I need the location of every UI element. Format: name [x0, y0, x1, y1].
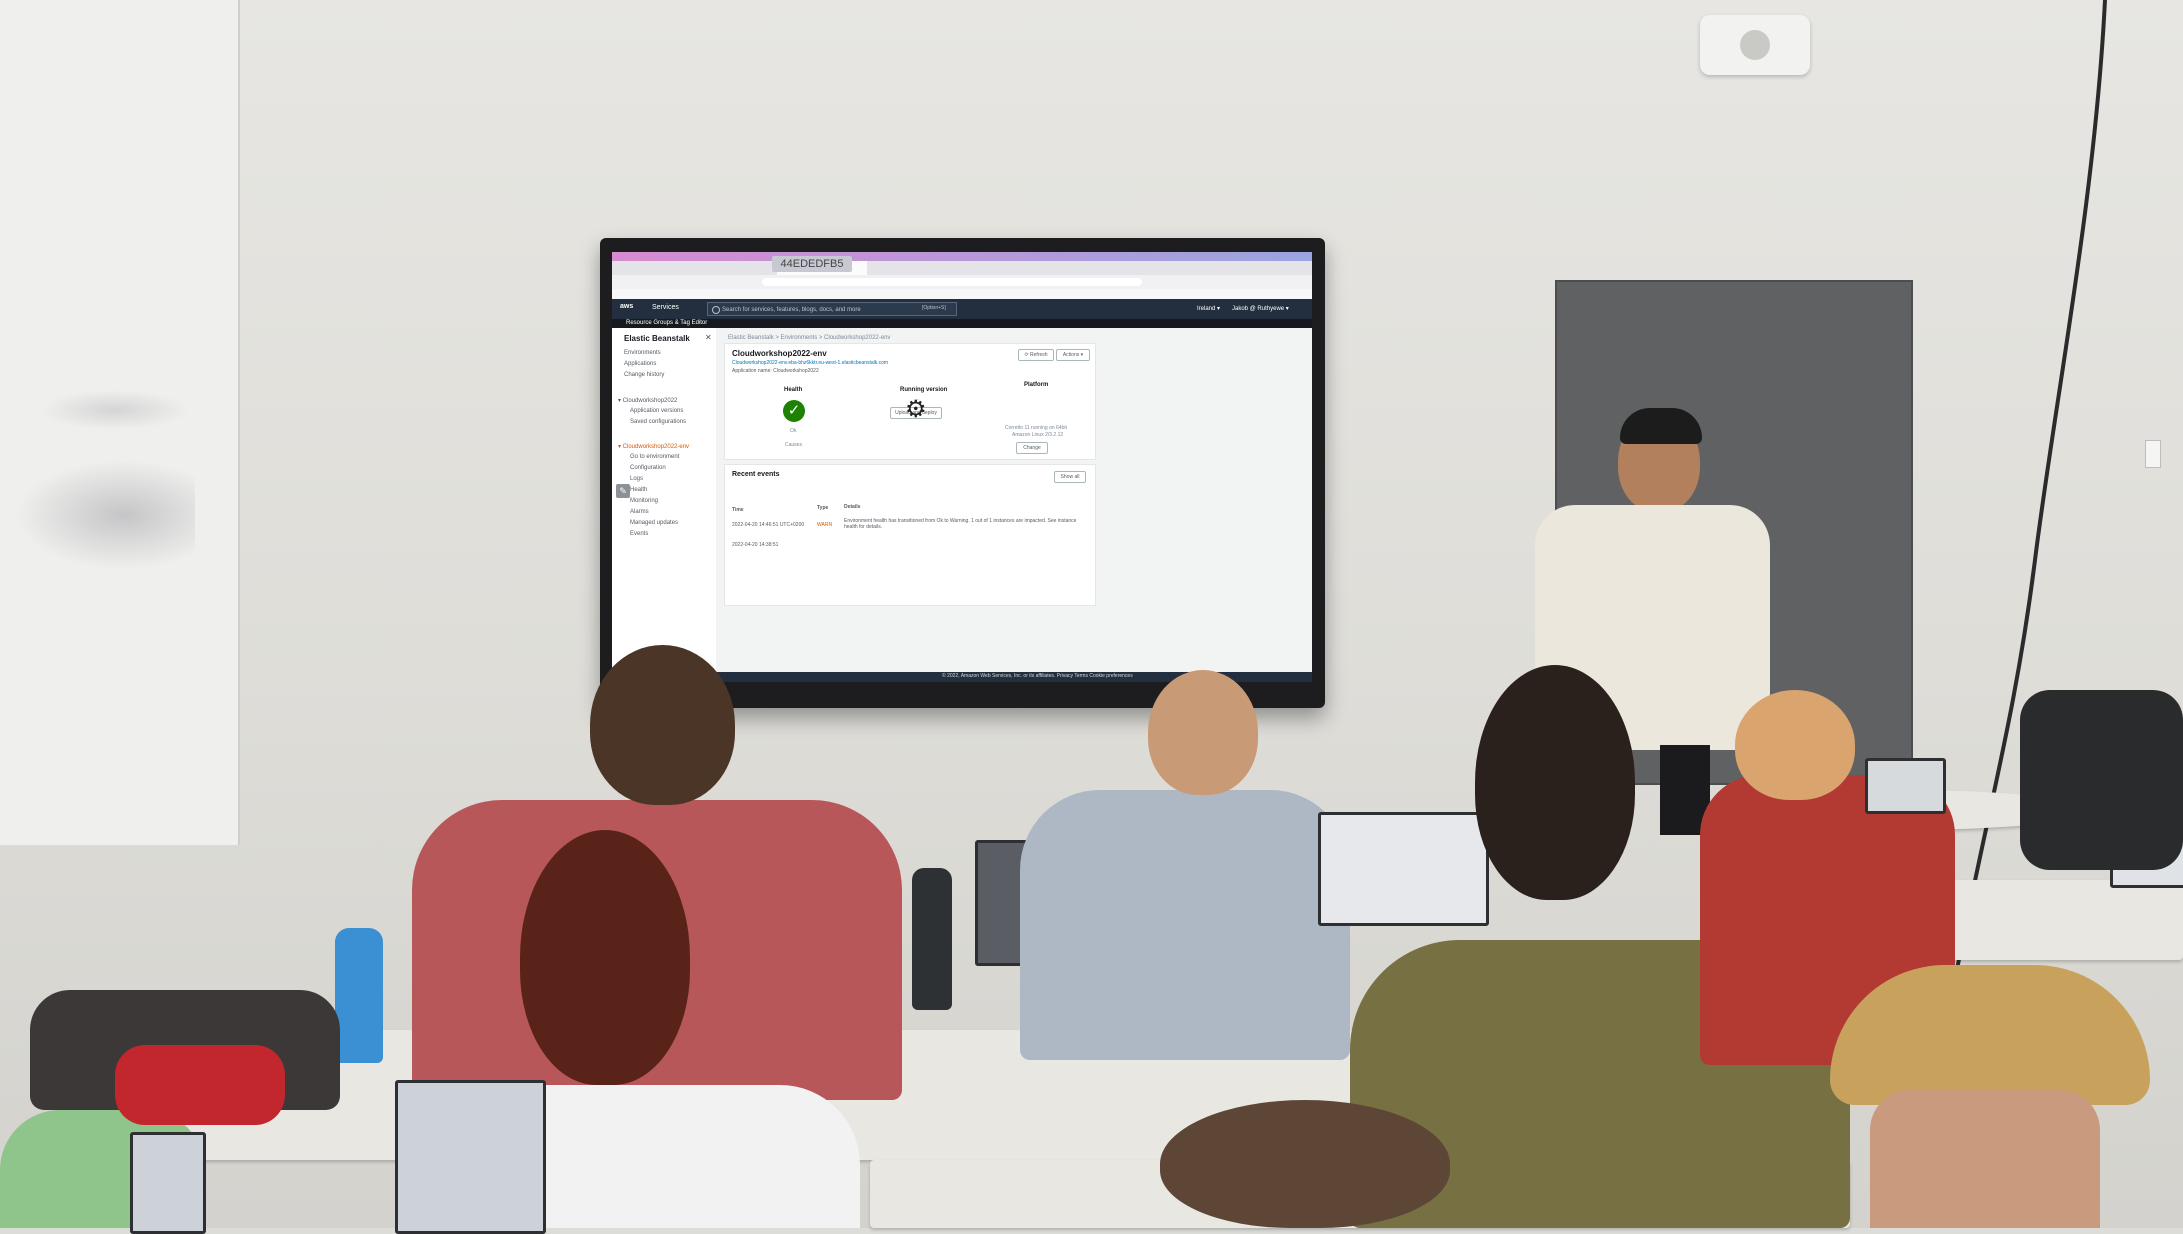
console-search-input[interactable]: Search for services, features, blogs, do… — [707, 302, 957, 316]
address-bar[interactable] — [762, 278, 1142, 286]
student-head-front — [1160, 1100, 1450, 1228]
bookmarks-bar — [612, 289, 1312, 299]
running-version-label: Running version — [900, 387, 948, 393]
wall-switch — [2145, 440, 2161, 468]
student-head-back — [590, 645, 735, 805]
health-status: Ok — [790, 428, 797, 434]
services-menu[interactable]: Services — [652, 304, 679, 311]
column-time: Time — [732, 507, 744, 513]
speaker-grill — [1740, 30, 1770, 60]
column-type: Type — [817, 505, 829, 511]
sidebar-item-app[interactable]: ▾ Cloudworkshop2022 — [618, 397, 677, 404]
presenter-hair — [1620, 408, 1702, 444]
footer-text: © 2022, Amazon Web Services, Inc. or its… — [942, 673, 1133, 679]
desk-right — [1950, 880, 2183, 960]
sidebar — [612, 328, 717, 682]
sidebar-item-health[interactable]: Health — [630, 487, 647, 493]
student-head-grey-hair — [1148, 670, 1258, 795]
sidebar-item-environments[interactable]: Environments — [624, 350, 661, 356]
event-details: Environment health has transitioned from… — [844, 518, 1077, 530]
region-selector[interactable]: Ireland ▾ — [1197, 305, 1220, 312]
column-details: Details — [844, 504, 861, 510]
red-bag — [115, 1045, 285, 1125]
gears-icon: ⚙ — [905, 396, 927, 423]
browser-tab-strip — [612, 261, 1312, 275]
health-causes-link[interactable]: Causes — [785, 442, 802, 448]
student-cap — [1830, 965, 2150, 1105]
resource-groups-link[interactable]: Resource Groups & Tag Editor — [626, 320, 707, 326]
laptop-screen — [130, 1132, 206, 1234]
breadcrumb[interactable]: Elastic Beanstalk > Environments > Cloud… — [728, 335, 890, 341]
sidebar-item-events[interactable]: Events — [630, 531, 648, 537]
event-time: 2022-04-20 14:46:51 UTC+0200 — [732, 522, 805, 528]
search-shortcut: [Option+S] — [922, 305, 946, 311]
platform-line-1: Corretto 11 running on 64bit — [1005, 425, 1067, 431]
student-head-red-hair — [520, 830, 690, 1085]
backpack — [2020, 690, 2183, 870]
resource-groups-bar — [612, 319, 1312, 328]
event-type: WARN — [817, 522, 833, 528]
tab-badge: 44EDEDFB5 — [772, 256, 852, 272]
close-icon[interactable]: ✕ — [705, 333, 712, 342]
sidebar-item-logs[interactable]: Logs — [630, 476, 643, 482]
platform-line-2: Amazon Linux 2/3.2.12 — [1012, 432, 1064, 438]
show-all-button[interactable]: Show all — [1054, 471, 1086, 483]
recent-events-title: Recent events — [732, 471, 780, 478]
health-label: Health — [784, 387, 803, 393]
aws-logo[interactable]: aws — [620, 303, 633, 310]
blue-water-bottle — [335, 928, 383, 1063]
sidebar-item-env[interactable]: ▾ Cloudworkshop2022-env — [618, 443, 689, 450]
sidebar-item-applications[interactable]: Applications — [624, 361, 656, 367]
student-blue-shirt — [1020, 790, 1350, 1060]
laptop-screen — [1865, 758, 1946, 814]
student-head-dark-hair — [1475, 665, 1635, 900]
sidebar-item-app-versions[interactable]: Application versions — [630, 408, 683, 414]
edit-icon[interactable]: ✎ — [616, 484, 630, 498]
check-circle-icon: ✓ — [783, 400, 805, 422]
os-menu-bar — [612, 252, 1312, 261]
change-button[interactable]: Change — [1016, 442, 1048, 454]
environment-url-link[interactable]: Cloudworkshop2022-env.eba-bhz6kktr.eu-we… — [732, 360, 888, 366]
sidebar-item-monitoring[interactable]: Monitoring — [630, 498, 658, 504]
black-water-bottle — [912, 868, 952, 1010]
event-time: 2022-04-20 14:38:51 — [732, 542, 779, 548]
whiteboard-smudge — [15, 460, 195, 570]
student-face-front — [1870, 1090, 2100, 1228]
sidebar-title: Elastic Beanstalk — [624, 334, 690, 343]
student-head-blonde — [1735, 690, 1855, 800]
laptop-screen — [395, 1080, 546, 1234]
refresh-button[interactable]: ⟳ Refresh — [1018, 349, 1054, 361]
search-icon — [712, 306, 720, 314]
laptop-screen — [1318, 812, 1489, 926]
account-menu[interactable]: Jakob @ Ruthyewe ▾ — [1232, 305, 1289, 312]
sidebar-item-alarms[interactable]: Alarms — [630, 509, 649, 515]
platform-label: Platform — [1024, 382, 1049, 388]
display-screen: Elastic Beanstalk 44EDEDFB5 aws Services… — [612, 252, 1312, 682]
sidebar-item-saved-config[interactable]: Saved configurations — [630, 419, 686, 425]
sidebar-item-managed-updates[interactable]: Managed updates — [630, 520, 678, 526]
sidebar-item-configuration[interactable]: Configuration — [630, 465, 666, 471]
recent-events-card — [724, 464, 1096, 606]
environment-title: Cloudworkshop2022-env — [732, 349, 827, 358]
whiteboard-smudge — [40, 390, 190, 430]
sidebar-item-change-history[interactable]: Change history — [624, 372, 664, 378]
sidebar-item-go-to-env[interactable]: Go to environment — [630, 454, 679, 460]
application-name: Application name: Cloudworkshop2022 — [732, 368, 819, 374]
actions-button[interactable]: Actions ▾ — [1056, 349, 1090, 361]
